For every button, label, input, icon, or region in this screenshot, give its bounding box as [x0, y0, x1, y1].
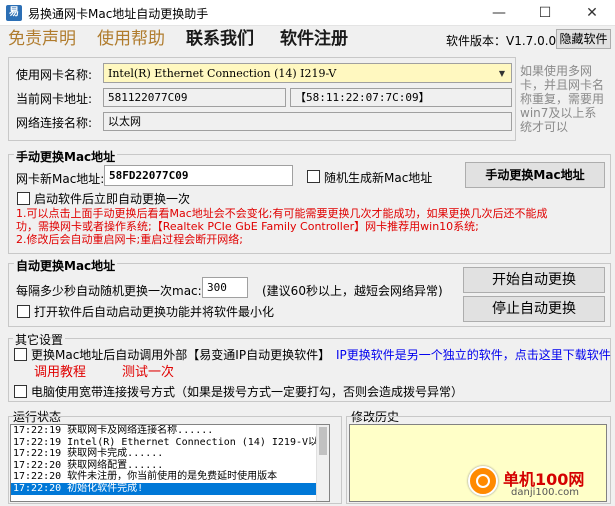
status-log[interactable]: 17:22:19 获取网卡及网络连接名称...... 17:22:19 Inte… [10, 424, 330, 502]
manual-note-2: 功，需换网卡或者操作系统;【Realtek PCIe GbE Family Co… [16, 220, 479, 233]
nic-label: 使用网卡名称: [16, 68, 93, 82]
call-external-label: 更换Mac地址后自动调用外部【易变通IP自动更换软件】 [31, 348, 331, 362]
current-mac-field[interactable]: 581122077C09 [103, 88, 286, 107]
menu-contact[interactable]: 联系我们 [186, 28, 254, 50]
auto-once-label: 启动软件后立即自动更换一次 [34, 192, 191, 206]
menu-register[interactable]: 软件注册 [280, 28, 348, 50]
test-once-link[interactable]: 测试一次 [122, 365, 174, 380]
version-label: 软件版本：V1.7.0.0 [446, 34, 557, 48]
log-line: 17:22:19 获取网卡及网络连接名称...... [13, 425, 214, 436]
watermark-url: danji100.com [511, 487, 579, 498]
dialup-checkbox[interactable] [14, 385, 27, 398]
menu-help[interactable]: 使用帮助 [97, 28, 165, 50]
auto-minimize-checkbox[interactable] [17, 305, 30, 318]
random-mac-label: 随机生成新Mac地址 [324, 171, 433, 185]
watermark-logo-icon [468, 466, 498, 496]
hide-software-button[interactable]: 隐藏软件 [556, 29, 611, 49]
interval-hint: (建议60秒以上，越短会网络异常) [262, 284, 443, 298]
stop-auto-button[interactable]: 停止自动更换 [463, 296, 605, 322]
auto-once-checkbox[interactable] [17, 192, 30, 205]
multi-nic-hint: 如果使用多网 卡，并且网卡名 称重复，需要用 win7及以上系 统才可以 [520, 64, 605, 134]
new-mac-label: 网卡新Mac地址: [16, 172, 105, 186]
current-mac-label: 当前网卡地址: [16, 92, 93, 106]
log-line: 17:22:20 软件未注册，你当前使用的是免费延时使用版本 [13, 471, 278, 483]
nic-select-value: Intel(R) Ethernet Connection (14) I219-V [108, 67, 337, 80]
log-scrollbar-thumb[interactable] [319, 427, 327, 455]
call-external-checkbox[interactable] [14, 348, 27, 361]
log-line: 17:22:20 获取网络配置...... [13, 459, 164, 471]
log-line-selected: 17:22:20 初始化软件完成! [11, 482, 329, 495]
log-line: 17:22:19 获取网卡完成...... [13, 448, 164, 460]
close-icon[interactable]: ✕ [569, 0, 615, 26]
interval-input[interactable]: 300 [202, 277, 248, 298]
chevron-down-icon: ▼ [498, 69, 505, 78]
log-scrollbar[interactable] [316, 425, 329, 501]
manual-section-title: 手动更换Mac地址 [14, 148, 118, 165]
new-mac-input[interactable]: 58FD22077C09 [104, 165, 293, 186]
maximize-icon[interactable]: ☐ [522, 0, 568, 26]
interval-label: 每隔多少秒自动随机更换一次mac: [16, 284, 202, 298]
manual-note-3: 2.修改后会自动重启网卡;重启过程会断开网络; [16, 233, 243, 246]
minimize-icon[interactable]: — [476, 0, 522, 26]
app-icon: 易 [6, 5, 22, 21]
current-mac-formatted-field[interactable]: 【58:11:22:07:7C:09】 [290, 88, 512, 107]
random-mac-checkbox[interactable] [307, 170, 320, 183]
manual-note-1: 1.可以点击上面手动更换后看看Mac地址会不会变化;有可能需要更换几次才能成功，… [16, 207, 548, 220]
start-auto-button[interactable]: 开始自动更换 [463, 267, 605, 293]
ip-software-download-link[interactable]: IP更换软件是另一个独立的软件，点击这里下载软件 [336, 346, 611, 363]
connection-name-label: 网络连接名称: [16, 116, 93, 130]
connection-name-field[interactable]: 以太网 [103, 112, 512, 131]
menu-disclaimer[interactable]: 免责声明 [8, 28, 76, 50]
auto-minimize-label: 打开软件后自动启动更换功能并将软件最小化 [34, 305, 275, 319]
tutorial-link[interactable]: 调用教程 [34, 365, 86, 380]
auto-section-title: 自动更换Mac地址 [14, 257, 118, 274]
dialup-label: 电脑使用宽带连接拨号方式（如果是拨号方式一定要打勾，否则会造成拨号异常） [31, 385, 464, 399]
log-line: 17:22:19 Intel(R) Ethernet Connection (1… [13, 436, 319, 448]
manual-change-button[interactable]: 手动更换Mac地址 [465, 162, 605, 188]
window-title: 易换通网卡Mac地址自动更换助手 [28, 7, 209, 21]
nic-select[interactable]: Intel(R) Ethernet Connection (14) I219-V… [103, 63, 512, 83]
